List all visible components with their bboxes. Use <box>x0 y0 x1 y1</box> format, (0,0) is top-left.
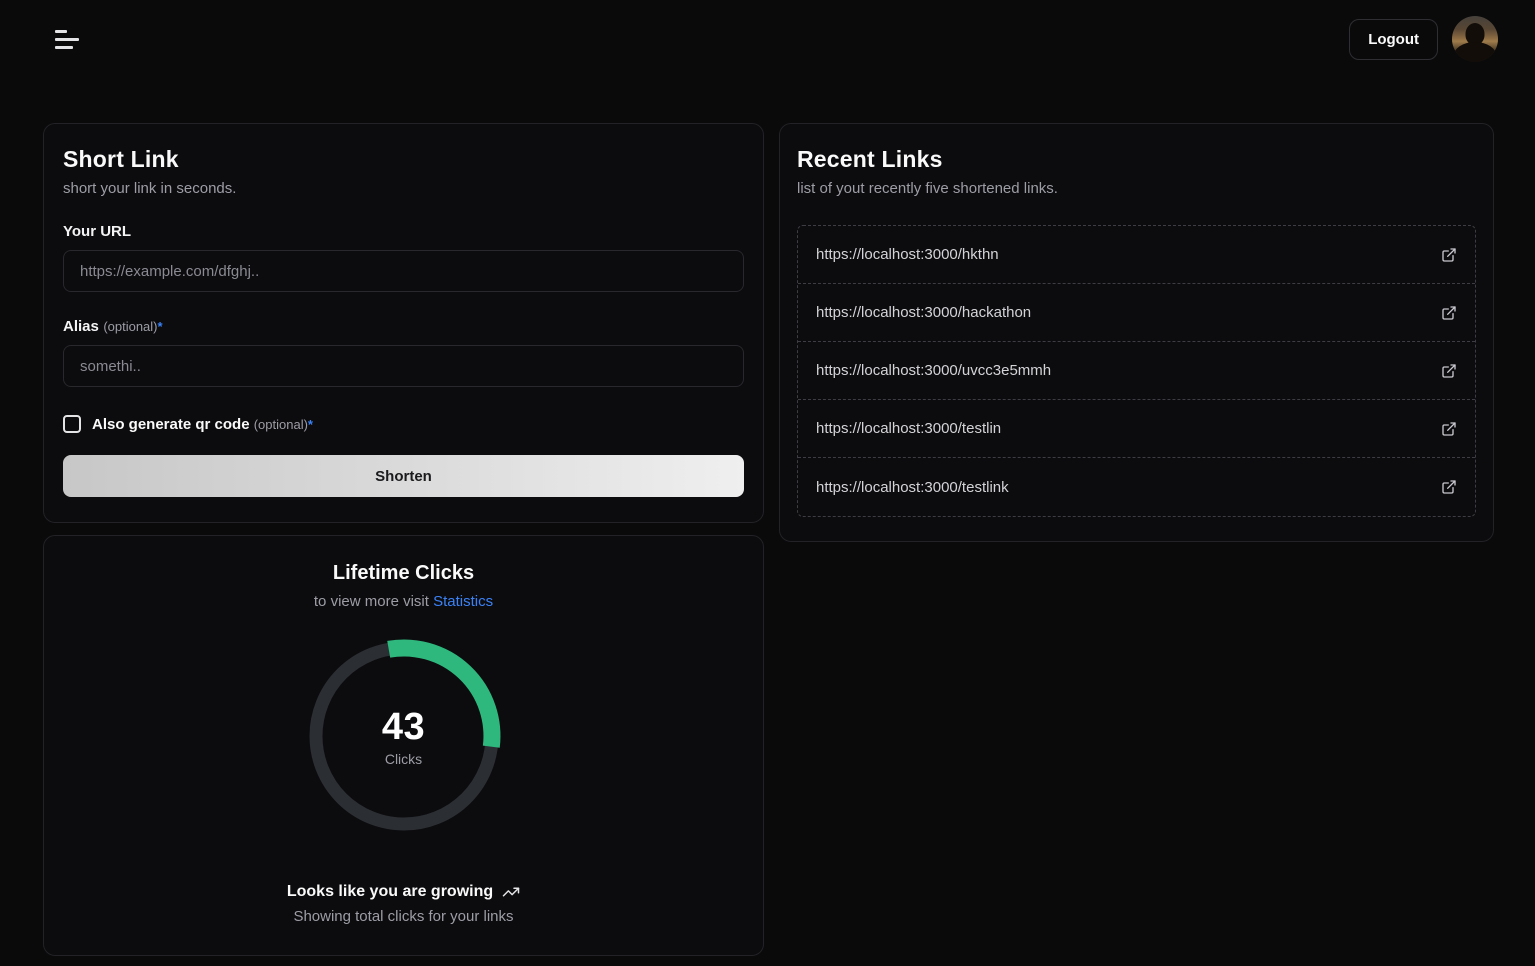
menu-icon[interactable] <box>55 26 79 53</box>
link-url[interactable]: https://localhost:3000/hkthn <box>816 246 999 263</box>
growth-message: Looks like you are growing <box>287 883 520 901</box>
short-link-subtitle: short your link in seconds. <box>63 180 744 197</box>
recent-links-title: Recent Links <box>797 146 1476 173</box>
qr-checkbox[interactable] <box>63 415 81 433</box>
alias-required-mark: * <box>158 319 163 334</box>
url-label-row: Your URL <box>63 223 744 241</box>
url-input[interactable] <box>63 250 744 292</box>
external-link-icon[interactable] <box>1441 479 1457 495</box>
subtitle-prefix: to view more visit <box>314 593 433 610</box>
external-link-icon[interactable] <box>1441 363 1457 379</box>
topbar: Logout <box>0 0 1535 78</box>
lifetime-clicks-card: Lifetime Clicks to view more visit Stati… <box>43 535 764 956</box>
logout-button[interactable]: Logout <box>1349 19 1438 60</box>
link-row[interactable]: https://localhost:3000/hkthn <box>798 226 1475 284</box>
short-link-title: Short Link <box>63 146 744 173</box>
clicks-count-label: Clicks <box>385 751 422 767</box>
lifetime-clicks-title: Lifetime Clicks <box>333 562 474 585</box>
growth-message-text: Looks like you are growing <box>287 883 493 901</box>
recent-links-list: https://localhost:3000/hkthn https://loc… <box>797 225 1476 517</box>
qr-checkbox-label: Also generate qr code (optional)* <box>92 416 313 433</box>
main-content: Short Link short your link in seconds. Y… <box>0 78 1535 956</box>
statistics-link[interactable]: Statistics <box>433 593 493 610</box>
menu-icon-line <box>55 38 79 41</box>
recent-links-subtitle: list of yout recently five shortened lin… <box>797 180 1476 197</box>
qr-label-text: Also generate qr code <box>92 416 250 433</box>
avatar[interactable] <box>1452 16 1498 62</box>
link-row[interactable]: https://localhost:3000/testlink <box>798 458 1475 516</box>
external-link-icon[interactable] <box>1441 247 1457 263</box>
external-link-icon[interactable] <box>1441 421 1457 437</box>
trending-up-icon <box>502 883 520 901</box>
topbar-right: Logout <box>1349 16 1498 62</box>
url-label: Your URL <box>63 223 131 240</box>
avatar-silhouette-shoulders <box>1453 42 1497 62</box>
external-link-icon[interactable] <box>1441 305 1457 321</box>
shorten-button[interactable]: Shorten <box>63 455 744 497</box>
clicks-footer: Looks like you are growing Showing total… <box>287 883 520 925</box>
qr-required-mark: * <box>308 417 313 432</box>
link-url[interactable]: https://localhost:3000/uvcc3e5mmh <box>816 362 1051 379</box>
link-row[interactable]: https://localhost:3000/hackathon <box>798 284 1475 342</box>
alias-input[interactable] <box>63 345 744 387</box>
menu-icon-line <box>55 46 73 49</box>
link-url[interactable]: https://localhost:3000/hackathon <box>816 304 1031 321</box>
recent-links-card: Recent Links list of yout recently five … <box>779 123 1494 542</box>
alias-label-row: Alias (optional)* <box>63 318 744 336</box>
link-row[interactable]: https://localhost:3000/uvcc3e5mmh <box>798 342 1475 400</box>
link-url[interactable]: https://localhost:3000/testlin <box>816 420 1001 437</box>
link-url[interactable]: https://localhost:3000/testlink <box>816 479 1009 496</box>
lifetime-clicks-subtitle: to view more visit Statistics <box>314 593 493 610</box>
qr-optional-label: (optional) <box>254 417 308 432</box>
alias-optional-label: (optional) <box>103 319 157 334</box>
alias-label: Alias <box>63 318 99 335</box>
qr-checkbox-row: Also generate qr code (optional)* <box>63 415 744 433</box>
clicks-donut-chart: 43 Clicks <box>304 636 504 836</box>
menu-icon-line <box>55 30 67 33</box>
clicks-count: 43 <box>382 706 425 749</box>
donut-center: 43 Clicks <box>304 636 504 836</box>
short-link-card: Short Link short your link in seconds. Y… <box>43 123 764 523</box>
left-column: Short Link short your link in seconds. Y… <box>43 123 764 956</box>
clicks-footer-subtitle: Showing total clicks for your links <box>287 908 520 925</box>
link-row[interactable]: https://localhost:3000/testlin <box>798 400 1475 458</box>
